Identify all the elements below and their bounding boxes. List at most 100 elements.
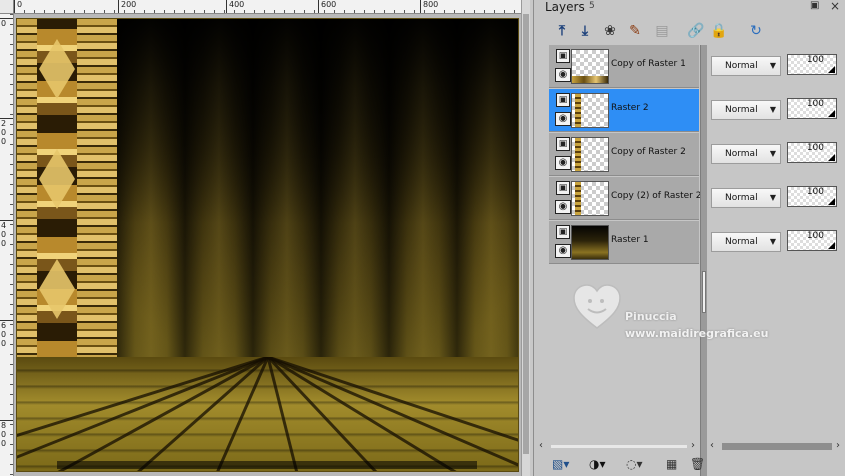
- blend-mode-select[interactable]: Normal ▼: [711, 144, 781, 164]
- canvas-image[interactable]: [16, 18, 519, 472]
- watermark-name: Pinuccia: [625, 310, 677, 323]
- dropdown-arrow-icon: ▼: [769, 149, 776, 158]
- app-window: 0 200 400 600 800 0 2 0 0 4 0 0 6 0 0 8 …: [0, 0, 845, 476]
- palette-titlebar: Layers 5 ▣ ×: [534, 0, 845, 16]
- layer-group-icon[interactable]: ▣: [556, 181, 570, 195]
- layers-palette: Layers 5 ▣ × ⤒ ⤓ ❀ ✎ ▤ 🔗 🔒 ↻ ▣ ◉ Copy of…: [533, 0, 845, 476]
- dropdown-arrow-icon: ▼: [769, 61, 776, 70]
- palette-title: Layers: [545, 0, 585, 14]
- visibility-eye-icon[interactable]: ◉: [555, 156, 571, 170]
- layer-props-row: Normal ▼ 100: [708, 133, 845, 176]
- vertical-ruler: 0 2 0 0 4 0 0 6 0 0 8 0 0: [0, 14, 14, 476]
- layer-group-icon[interactable]: ▣: [556, 225, 570, 239]
- layer-row[interactable]: ▣ ◉ Copy of Raster 1: [549, 45, 699, 88]
- mask-icon[interactable]: ◌▾: [626, 456, 643, 472]
- canvas-vertical-scrollbar[interactable]: [521, 0, 530, 476]
- stage-floor: [17, 357, 518, 471]
- curtain-shade: [117, 19, 518, 359]
- merge-icon[interactable]: ▦: [666, 456, 677, 472]
- new-layer-icon[interactable]: ❀: [600, 21, 620, 41]
- layer-name[interactable]: Copy (2) of Raster 2: [611, 191, 701, 201]
- visibility-eye-icon[interactable]: ◉: [555, 112, 571, 126]
- scroll-right-icon[interactable]: ›: [691, 440, 695, 452]
- ruler-label: 0: [0, 18, 13, 28]
- layers-horizontal-scrollbar[interactable]: ‹ ›: [539, 440, 699, 452]
- opacity-field[interactable]: 100: [787, 230, 837, 251]
- watermark-url: www.maidiregrafica.eu: [625, 327, 769, 340]
- layer-thumbnail: [571, 181, 609, 216]
- ornamental-pillar: [17, 19, 117, 357]
- layer-thumbnail: [571, 137, 609, 172]
- ruler-label: 800: [420, 0, 438, 13]
- opacity-field[interactable]: 100: [787, 54, 837, 75]
- delete-layer-icon[interactable]: ▤: [652, 21, 672, 41]
- heart-logo-icon: [573, 284, 621, 329]
- refresh-icon[interactable]: ↻: [746, 21, 766, 41]
- scrollbar-thumb[interactable]: [523, 14, 529, 454]
- layer-row[interactable]: ▣ ◉ Raster 1: [549, 221, 699, 264]
- layer-row[interactable]: ▣ ◉ Copy of Raster 2: [549, 133, 699, 176]
- ruler-label: 4 0 0: [0, 220, 13, 248]
- ruler-label: 200: [118, 0, 136, 13]
- layer-props-row: Normal ▼ 100: [708, 177, 845, 220]
- layer-name[interactable]: Copy of Raster 1: [611, 59, 686, 69]
- layer-row[interactable]: ▣ ◉ Raster 2: [549, 89, 699, 132]
- properties-horizontal-scrollbar[interactable]: ‹ ›: [708, 440, 845, 452]
- blend-mode-select[interactable]: Normal ▼: [711, 100, 781, 120]
- horizontal-ruler: 0 200 400 600 800: [14, 0, 524, 14]
- close-icon[interactable]: ×: [830, 0, 842, 12]
- layers-toolbar: ⤒ ⤓ ❀ ✎ ▤ 🔗 🔒 ↻: [534, 20, 845, 42]
- ruler-label: 600: [318, 0, 336, 13]
- opacity-field[interactable]: 100: [787, 142, 837, 163]
- visibility-eye-icon[interactable]: ◉: [555, 244, 571, 258]
- layer-thumbnail: [571, 93, 609, 128]
- blend-mode-select[interactable]: Normal ▼: [711, 56, 781, 76]
- dropdown-arrow-icon: ▼: [769, 193, 776, 202]
- ruler-label: 0: [14, 0, 22, 13]
- pin-icon[interactable]: ▣: [810, 1, 822, 12]
- scroll-left-icon[interactable]: ‹: [539, 440, 543, 452]
- scroll-right-icon[interactable]: ›: [836, 440, 840, 452]
- canvas-area: 0 200 400 600 800 0 2 0 0 4 0 0 6 0 0 8 …: [0, 0, 530, 476]
- palette-splitter[interactable]: [700, 45, 707, 476]
- layer-group-icon[interactable]: ▣: [556, 49, 570, 63]
- layer-thumbnail: [571, 225, 609, 260]
- watermark: Pinuccia www.maidiregrafica.eu: [571, 282, 811, 340]
- layer-row[interactable]: ▣ ◉ Copy (2) of Raster 2: [549, 177, 701, 220]
- layer-props-row: Normal ▼ 100: [708, 45, 845, 88]
- scroll-left-icon[interactable]: ‹: [710, 440, 714, 452]
- layer-props-row: Normal ▼ 100: [708, 221, 845, 264]
- ruler-label: 8 0 0: [0, 420, 13, 448]
- layer-name[interactable]: Copy of Raster 2: [611, 147, 686, 157]
- opacity-field[interactable]: 100: [787, 98, 837, 119]
- visibility-eye-icon[interactable]: ◉: [555, 68, 571, 82]
- new-adjustment-layer-icon[interactable]: ✎: [625, 21, 645, 41]
- floor-lines: [17, 357, 518, 471]
- new-adjustment-icon[interactable]: ◑▾: [589, 456, 606, 472]
- layers-bottom-toolbar: ▧▾ ◑▾ ◌▾ ▦ 🗑: [534, 452, 705, 476]
- dropdown-arrow-icon: ▼: [769, 237, 776, 246]
- dropdown-arrow-icon: ▼: [769, 105, 776, 114]
- layer-name[interactable]: Raster 1: [611, 235, 649, 245]
- layer-thumbnail: [571, 49, 609, 84]
- lock-icon[interactable]: 🔒: [709, 21, 729, 41]
- ruler-label: 2 0 0: [0, 118, 13, 146]
- layer-properties: Normal ▼ 100 Normal ▼ 100 Normal ▼ 100 Norm…: [708, 45, 845, 265]
- ruler-corner: [0, 0, 14, 14]
- blend-mode-select[interactable]: Normal ▼: [711, 188, 781, 208]
- blend-mode-select[interactable]: Normal ▼: [711, 232, 781, 252]
- layer-group-icon[interactable]: ▣: [556, 137, 570, 151]
- opacity-field[interactable]: 100: [787, 186, 837, 207]
- ruler-label: 400: [226, 0, 244, 13]
- scrollbar-thumb[interactable]: [722, 443, 832, 450]
- new-raster-layer-icon[interactable]: ▧▾: [552, 456, 569, 472]
- trash-icon[interactable]: 🗑: [690, 456, 705, 472]
- link-icon[interactable]: 🔗: [686, 21, 706, 41]
- scrollbar-track[interactable]: [551, 445, 687, 448]
- visibility-eye-icon[interactable]: ◉: [555, 200, 571, 214]
- layer-name[interactable]: Raster 2: [611, 103, 649, 113]
- ruler-label: 6 0 0: [0, 320, 13, 348]
- move-layer-down-icon[interactable]: ⤓: [575, 21, 595, 41]
- layer-group-icon[interactable]: ▣: [556, 93, 570, 107]
- move-layer-up-icon[interactable]: ⤒: [552, 21, 572, 41]
